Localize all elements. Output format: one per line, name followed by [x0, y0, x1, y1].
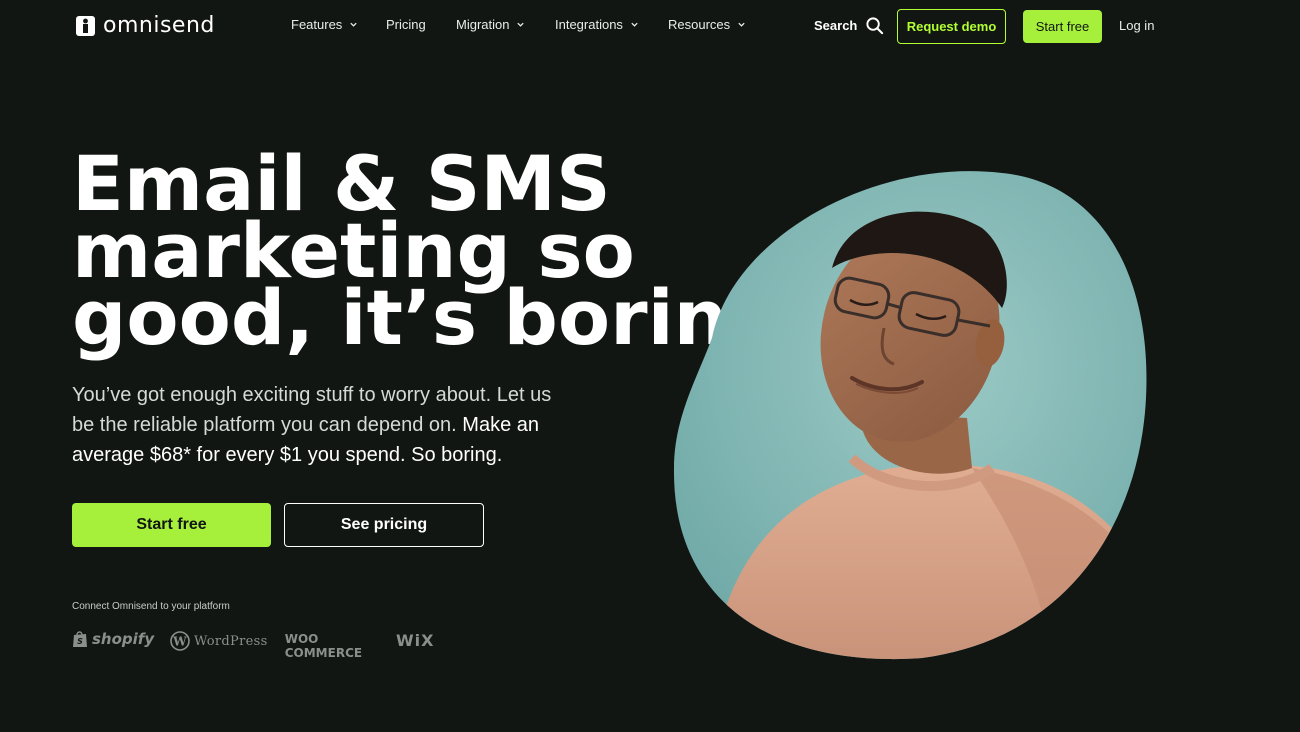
omnisend-logo-icon — [76, 15, 95, 36]
nav-item-label: Migration — [456, 17, 510, 32]
search-label: Search — [814, 18, 858, 33]
headline-line: good, it’s boring — [72, 273, 783, 362]
nav-item-migration[interactable]: Migration — [456, 17, 525, 32]
shopify-logo[interactable]: S shopify — [72, 630, 154, 648]
start-free-hero-button[interactable]: Start free — [72, 503, 271, 547]
search-icon — [866, 17, 884, 35]
woocommerce-logo[interactable]: WOO COMMERCE — [280, 632, 363, 660]
request-demo-button[interactable]: Request demo — [897, 9, 1006, 44]
chevron-down-icon — [631, 22, 638, 27]
wordpress-icon: W — [170, 631, 190, 651]
hero-photo-person — [673, 171, 1147, 660]
login-link[interactable]: Log in — [1119, 18, 1154, 33]
svg-text:S: S — [77, 637, 83, 646]
hero-headline: Email & SMS marketing so good, it’s bori… — [72, 146, 783, 362]
photo-clip — [673, 171, 1147, 660]
svg-text:W: W — [172, 635, 187, 649]
nav-item-label: Integrations — [555, 17, 623, 32]
wordpress-wordmark: WordPress — [194, 633, 268, 649]
nav-item-integrations[interactable]: Integrations — [555, 17, 639, 32]
chevron-down-icon — [517, 22, 525, 27]
shopify-wordmark: shopify — [92, 630, 155, 648]
chevron-down-icon — [738, 22, 745, 27]
nav-item-features[interactable]: Features — [291, 17, 358, 32]
connect-platform-label: Connect Omnisend to your platform — [72, 601, 230, 612]
nav-item-pricing[interactable]: Pricing — [386, 17, 426, 32]
top-navigation: omnisend Features Pricing Migration Inte… — [0, 0, 1300, 52]
wix-wordmark: WiX — [396, 631, 435, 650]
omnisend-logo[interactable]: omnisend — [76, 13, 215, 38]
chevron-down-icon — [350, 22, 357, 27]
woo-bubble-icon — [280, 639, 283, 653]
shopify-bag-icon: S — [73, 631, 87, 647]
nav-item-label: Pricing — [386, 17, 426, 32]
logo-wordmark: omnisend — [103, 13, 215, 38]
hero-subtext: You’ve got enough exciting stuff to worr… — [72, 380, 552, 470]
see-pricing-button[interactable]: See pricing — [284, 503, 484, 547]
wix-logo[interactable]: WiX — [396, 631, 434, 650]
nav-item-label: Features — [291, 17, 343, 32]
wordpress-logo[interactable]: W WordPress — [170, 631, 268, 651]
start-free-nav-button[interactable]: Start free — [1023, 10, 1102, 43]
nav-item-label: Resources — [668, 17, 731, 32]
search-button[interactable]: Search — [814, 16, 884, 35]
woocommerce-wordmark: WOO COMMERCE — [284, 632, 363, 660]
nav-item-resources[interactable]: Resources — [668, 17, 746, 32]
